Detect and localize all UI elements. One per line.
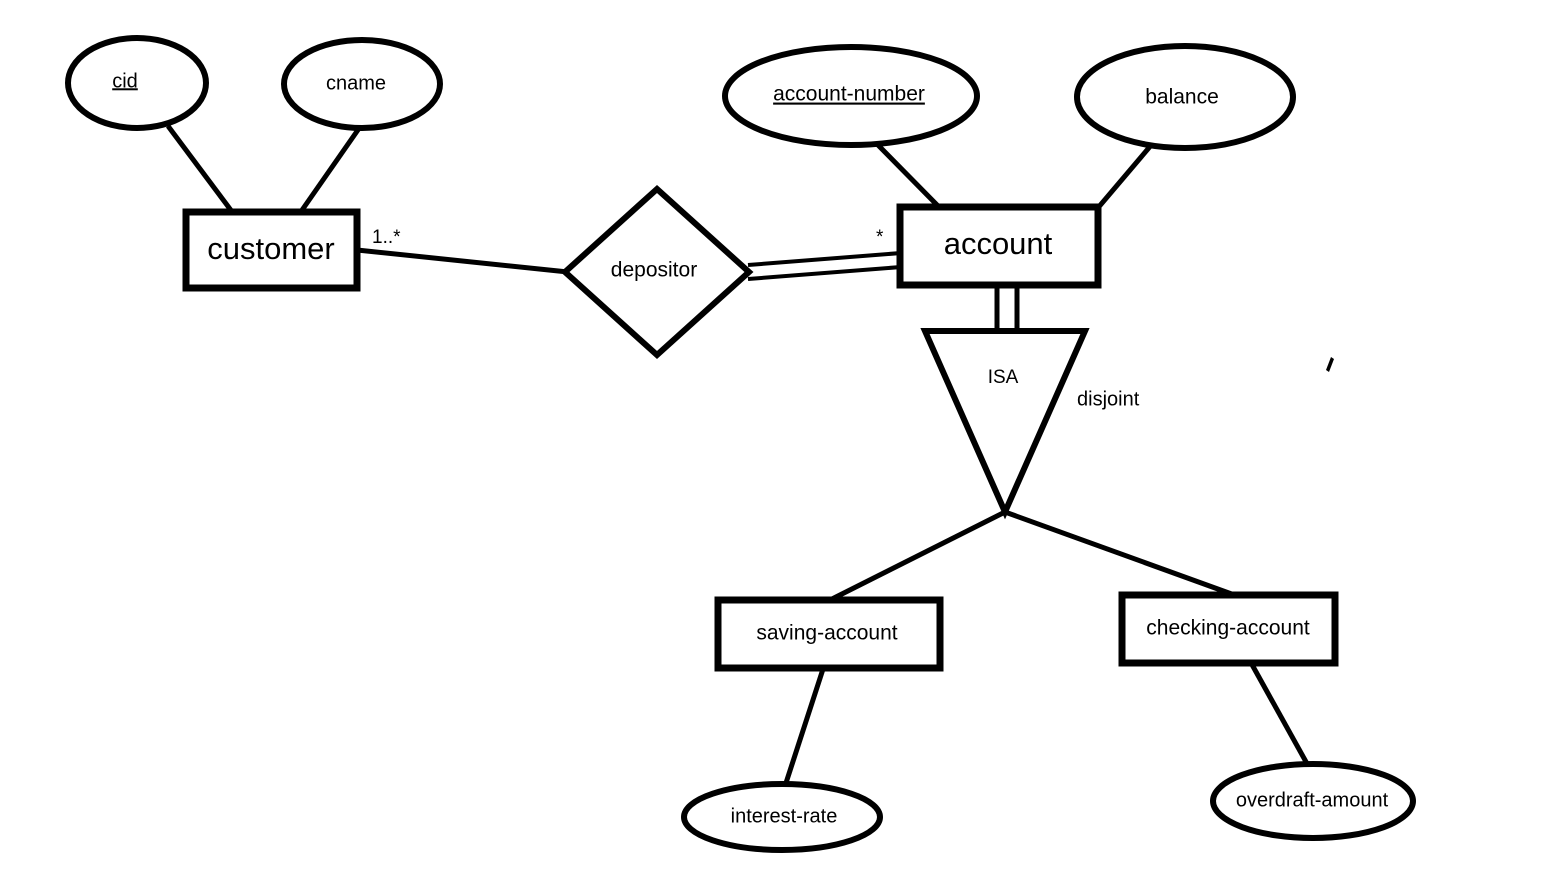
er-diagram-svg: cid cname account-number balance interes… xyxy=(65,35,1416,853)
isa-triangle-label: ISA xyxy=(988,367,1019,388)
edge-isa-checking-account xyxy=(1004,509,1241,600)
entity-account-label: account xyxy=(944,226,1053,261)
attribute-cname-label: cname xyxy=(326,72,386,94)
attribute-interest-rate-label: interest-rate xyxy=(731,805,838,827)
edge-customer-depositor xyxy=(356,247,569,275)
edge-balance-account xyxy=(1095,141,1155,211)
entity-customer-label: customer xyxy=(207,231,334,266)
isa-triangle xyxy=(920,328,1090,520)
edge-depositor-account xyxy=(747,251,902,281)
entity-saving-account-label: saving-account xyxy=(756,622,897,645)
entity-customer[interactable]: customer xyxy=(182,208,361,292)
entity-checking-account-label: checking-account xyxy=(1146,617,1310,640)
attribute-account-number-label: account-number xyxy=(773,83,925,106)
entity-checking-account[interactable]: checking-account xyxy=(1118,591,1339,667)
edge-cname-customer xyxy=(297,125,363,215)
edge-saving-account-interest-rate xyxy=(782,665,827,787)
relationship-depositor[interactable]: depositor xyxy=(560,184,754,360)
attribute-cname[interactable]: cname xyxy=(281,37,443,131)
cardinality-label-account: * xyxy=(876,227,884,248)
attribute-interest-rate[interactable]: interest-rate xyxy=(681,781,883,853)
attribute-balance-label: balance xyxy=(1145,86,1219,109)
edge-checking-account-overdraft-amount xyxy=(1247,659,1313,771)
er-diagram-canvas: cid cname account-number balance interes… xyxy=(0,0,1551,891)
edge-isa-saving-account xyxy=(826,509,1007,604)
edge-cid-customer xyxy=(165,124,236,215)
isa-disjoint-constraint-label: disjoint xyxy=(1077,388,1140,410)
stray-ink-mark-icon xyxy=(1326,357,1334,372)
entity-saving-account[interactable]: saving-account xyxy=(714,596,944,672)
attribute-layer: cid cname account-number balance interes… xyxy=(65,35,1416,853)
isa-specialization[interactable]: ISA xyxy=(920,328,1090,520)
attribute-overdraft-amount-label: overdraft-amount xyxy=(1236,789,1389,811)
attribute-account-number[interactable]: account-number xyxy=(722,44,980,148)
edge-depositor-account-line-1 xyxy=(747,251,902,267)
edge-depositor-account-line-2 xyxy=(747,265,902,281)
relationship-depositor-label: depositor xyxy=(611,259,697,282)
attribute-balance[interactable]: balance xyxy=(1074,43,1296,151)
edge-account-number-account xyxy=(874,141,943,211)
attribute-overdraft-amount[interactable]: overdraft-amount xyxy=(1210,761,1416,841)
attribute-cid[interactable]: cid xyxy=(65,35,209,131)
edge-account-isa xyxy=(994,283,1020,333)
entity-account[interactable]: account xyxy=(896,203,1102,289)
cardinality-label-customer: 1..* xyxy=(372,227,401,248)
attribute-cid-label: cid xyxy=(112,70,138,92)
